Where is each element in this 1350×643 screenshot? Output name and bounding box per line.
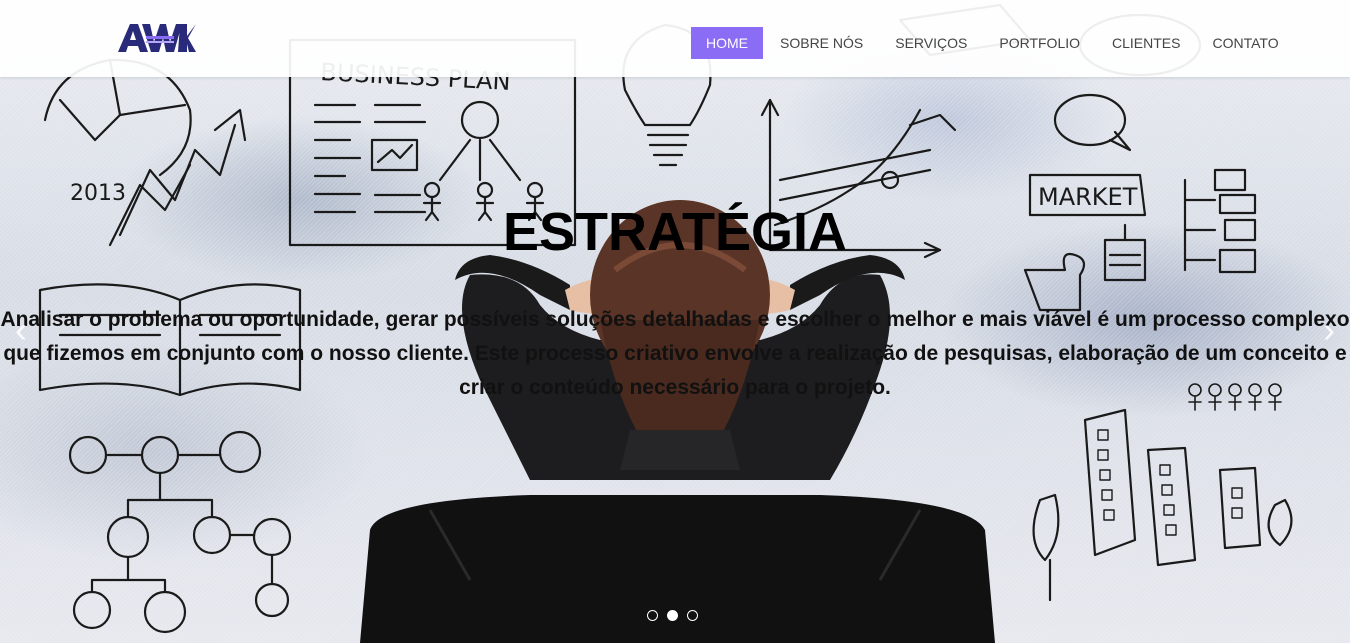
- carousel-next-arrow[interactable]: ›: [1314, 310, 1344, 350]
- woman-in-chair-illustration: [360, 200, 995, 643]
- slide-title: ESTRATÉGIA: [502, 202, 847, 262]
- slide-description: Analisar o problema ou oportunidade, ger…: [0, 308, 1350, 399]
- carousel-dot-2[interactable]: [667, 610, 678, 621]
- carousel-dot-3[interactable]: [687, 610, 698, 621]
- site-header: HOME SOBRE NÓS SERVIÇOS PORTFOLIO CLIENT…: [0, 0, 1350, 77]
- nav-item-clientes[interactable]: CLIENTES: [1097, 27, 1195, 59]
- nav-item-contato[interactable]: CONTATO: [1197, 27, 1293, 59]
- carousel-prev-arrow[interactable]: ‹: [6, 310, 36, 350]
- main-nav: HOME SOBRE NÓS SERVIÇOS PORTFOLIO CLIENT…: [691, 27, 1296, 59]
- carousel-dot-1[interactable]: [647, 610, 658, 621]
- nav-item-home[interactable]: HOME: [691, 27, 763, 59]
- nav-item-sobre-nos[interactable]: SOBRE NÓS: [765, 27, 878, 59]
- nav-item-portfolio[interactable]: PORTFOLIO: [984, 27, 1095, 59]
- nav-item-servicos[interactable]: SERVIÇOS: [880, 27, 982, 59]
- carousel-indicators: [647, 610, 698, 621]
- awk-logo[interactable]: [116, 22, 196, 54]
